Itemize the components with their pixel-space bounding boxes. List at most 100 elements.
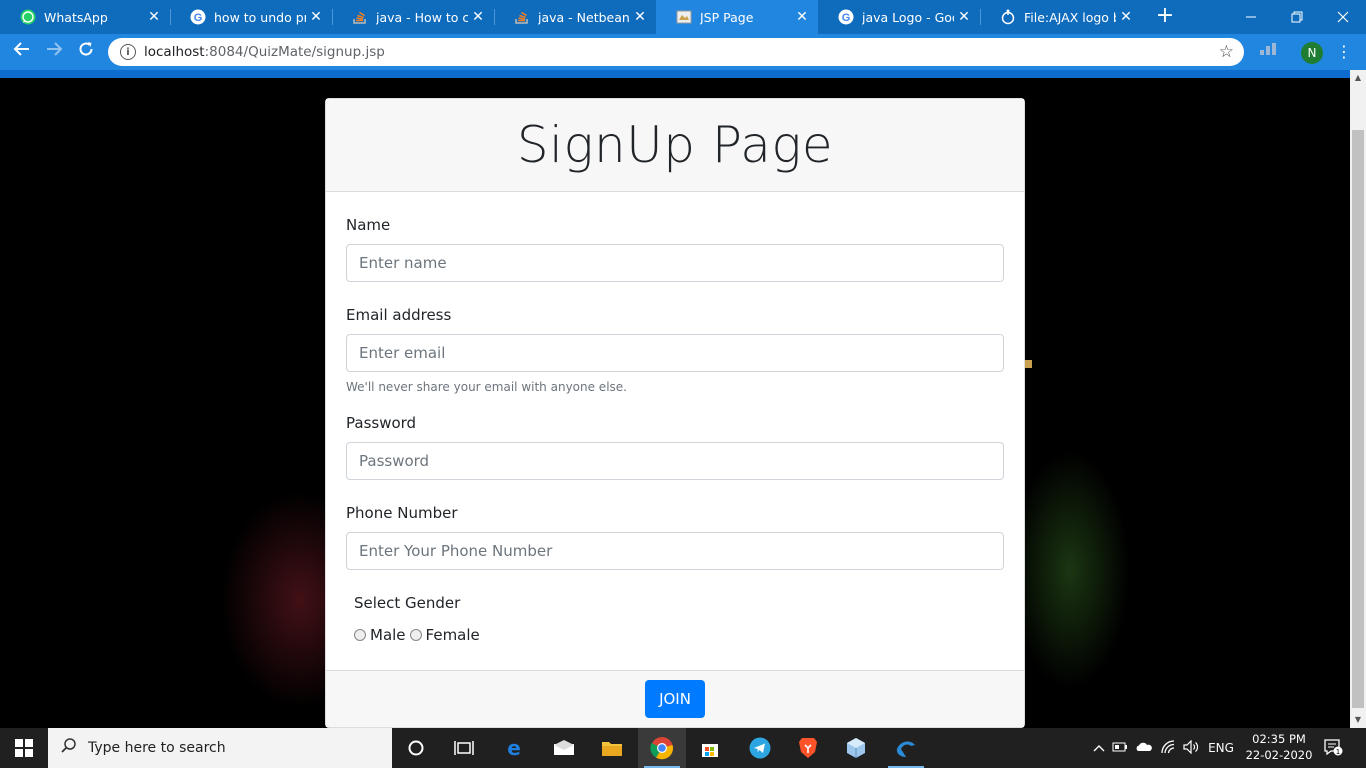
svg-text:G: G — [194, 12, 203, 24]
svg-text:G: G — [842, 12, 851, 24]
wifi-icon[interactable] — [1156, 739, 1180, 757]
card-footer: JOIN — [326, 670, 1024, 727]
female-radio[interactable] — [409, 629, 422, 641]
system-tray: ENG — [1090, 728, 1238, 768]
email-help-text: We'll never share your email with anyone… — [346, 380, 627, 394]
bookmark-star-icon[interactable]: ☆ — [1219, 42, 1234, 62]
password-label: Password — [346, 414, 417, 432]
close-icon[interactable]: ✕ — [1116, 9, 1136, 25]
close-icon[interactable]: ✕ — [144, 9, 164, 25]
tab-java-how-to[interactable]: java - How to com ✕ — [332, 0, 494, 34]
tab-strip: WhatsApp ✕ G how to undo proje ✕ java - … — [0, 0, 1366, 34]
male-label: Male — [370, 626, 406, 644]
battery-icon[interactable] — [1108, 741, 1132, 756]
close-icon[interactable]: ✕ — [630, 9, 650, 25]
language-indicator[interactable]: ENG — [1204, 741, 1238, 755]
phone-label: Phone Number — [346, 504, 458, 522]
extension-icon[interactable] — [1256, 40, 1280, 64]
tab-jsp-page[interactable]: JSP Page ✕ — [656, 0, 818, 34]
start-button[interactable] — [0, 728, 48, 768]
scroll-up-icon[interactable]: ▲ — [1350, 70, 1366, 86]
brave-icon[interactable] — [784, 728, 832, 768]
search-placeholder: Type here to search — [88, 740, 226, 756]
stackoverflow-icon — [352, 9, 368, 25]
google-icon: G — [190, 9, 206, 25]
back-button[interactable] — [10, 40, 34, 64]
clock[interactable]: 02:35 PM 22-02-2020 — [1244, 731, 1314, 763]
gender-label: Select Gender — [354, 594, 461, 612]
page-icon — [676, 9, 692, 25]
tab-label: WhatsApp — [44, 9, 108, 25]
store-icon[interactable] — [686, 728, 734, 768]
svg-text:e: e — [507, 737, 521, 759]
tab-java-netbeans[interactable]: java - Netbeans: h ✕ — [494, 0, 656, 34]
tab-label: java Logo - Googl — [862, 9, 954, 25]
chrome-icon[interactable] — [638, 728, 686, 768]
scrollbar-thumb[interactable] — [1352, 130, 1364, 708]
tab-label: java - Netbeans: h — [538, 9, 630, 25]
cortana-icon[interactable] — [392, 728, 440, 768]
email-label: Email address — [346, 306, 452, 324]
wikimedia-icon — [1000, 9, 1016, 25]
edge-icon[interactable]: e — [490, 728, 538, 768]
tab-whatsapp[interactable]: WhatsApp ✕ — [0, 0, 170, 34]
signup-card: SignUp Page Name Email address We'll nev… — [325, 98, 1025, 728]
windows-taskbar: Type here to search e ENG 02:35 PM 22-02… — [0, 728, 1366, 768]
minimize-button[interactable] — [1228, 0, 1274, 34]
windows-icon — [15, 739, 33, 757]
notification-icon[interactable]: 1 — [1322, 738, 1344, 758]
clock-time: 02:35 PM — [1252, 732, 1306, 746]
card-header: SignUp Page — [326, 99, 1024, 192]
new-tab-button[interactable]: + — [1153, 4, 1177, 28]
profile-avatar[interactable]: N — [1301, 42, 1323, 64]
restore-button[interactable] — [1274, 0, 1320, 34]
male-radio[interactable] — [354, 629, 366, 641]
tab-label: java - How to com — [376, 9, 468, 25]
tab-how-to-undo[interactable]: G how to undo proje ✕ — [170, 0, 332, 34]
info-icon[interactable]: i — [120, 44, 136, 60]
file-explorer-icon[interactable] — [588, 728, 636, 768]
close-icon[interactable]: ✕ — [468, 9, 488, 25]
tab-label: JSP Page — [700, 9, 754, 25]
tab-label: File:AJAX logo by — [1024, 9, 1116, 25]
clock-date: 22-02-2020 — [1245, 748, 1313, 762]
whatsapp-icon — [20, 9, 36, 25]
volume-icon[interactable] — [1180, 739, 1204, 757]
onedrive-icon[interactable] — [1132, 741, 1156, 755]
top-accent-bar — [0, 70, 1350, 78]
phone-input[interactable] — [346, 532, 1004, 570]
notification-count: 1 — [1336, 748, 1340, 756]
menu-icon[interactable]: ⋮ — [1332, 40, 1356, 64]
female-label: Female — [425, 626, 480, 644]
google-icon: G — [838, 9, 854, 25]
tab-java-logo[interactable]: G java Logo - Googl ✕ — [818, 0, 980, 34]
stackoverflow-icon — [514, 9, 530, 25]
reload-button[interactable] — [74, 40, 98, 64]
forward-button[interactable] — [42, 40, 66, 64]
task-view-icon[interactable] — [440, 728, 488, 768]
browser-toolbar: i localhost:8084/QuizMate/signup.jsp ☆ N… — [0, 34, 1366, 70]
tab-label: how to undo proje — [214, 9, 306, 25]
search-icon — [60, 737, 88, 759]
mail-icon[interactable] — [540, 728, 588, 768]
virtualbox-icon[interactable] — [832, 728, 880, 768]
chevron-up-icon[interactable] — [1090, 741, 1108, 755]
email-input[interactable] — [346, 334, 1004, 372]
netbeans-icon[interactable] — [882, 728, 930, 768]
scroll-down-icon[interactable]: ▼ — [1350, 712, 1366, 728]
password-input[interactable] — [346, 442, 1004, 480]
tab-ajax-logo[interactable]: File:AJAX logo by ✕ — [980, 0, 1142, 34]
taskbar-search[interactable]: Type here to search — [48, 728, 392, 768]
close-icon[interactable]: ✕ — [792, 9, 812, 25]
close-icon[interactable]: ✕ — [954, 9, 974, 25]
join-button[interactable]: JOIN — [645, 680, 705, 718]
close-icon[interactable]: ✕ — [306, 9, 326, 25]
page-scrollbar[interactable]: ▲ ▼ — [1350, 70, 1366, 728]
name-input[interactable] — [346, 244, 1004, 282]
name-label: Name — [346, 216, 391, 234]
address-bar[interactable]: i localhost:8084/QuizMate/signup.jsp ☆ — [108, 38, 1244, 66]
signup-form: Name Email address We'll never share you… — [326, 216, 1024, 644]
close-window-button[interactable] — [1320, 0, 1366, 34]
url-text: localhost:8084/QuizMate/signup.jsp — [144, 44, 385, 60]
telegram-icon[interactable] — [736, 728, 784, 768]
